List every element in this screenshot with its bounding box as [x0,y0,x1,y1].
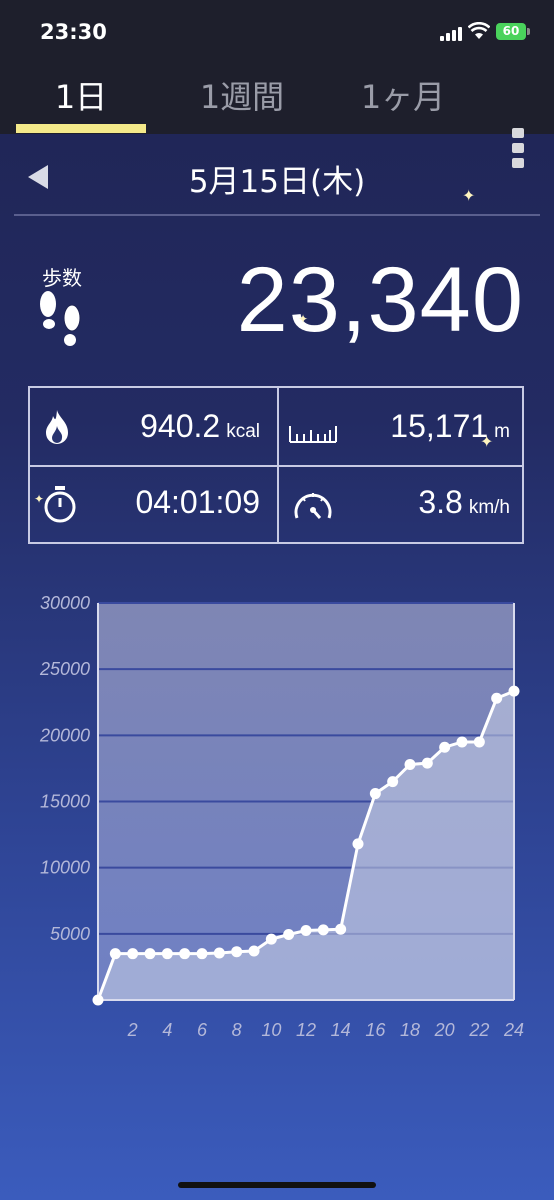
cellular-signal-icon [440,26,462,41]
ruler-icon [289,426,337,443]
sparkle-icon: ✦ [480,432,494,451]
sparkle-icon: ✦ [34,492,45,506]
distance-unit: m [494,421,510,442]
x-tick-label: 4 [162,1020,172,1040]
feet-icon [40,291,81,346]
y-tick-label: 20000 [39,725,90,745]
data-point [283,928,295,940]
wifi-icon [468,22,490,39]
sparkle-icon: ✦ [298,312,309,326]
data-point [404,758,416,770]
duration-value: 04:01:09 [135,484,260,520]
data-point [352,838,364,850]
distance-value: 15,171 [390,408,489,444]
grid-divider [30,465,522,467]
speed-value: 3.8 [418,484,463,520]
calories-value: 940.2 [140,408,221,444]
x-tick-label: 12 [296,1020,316,1040]
data-point [491,692,503,704]
x-tick-label: 14 [331,1020,351,1040]
calories-unit: kcal [226,421,260,442]
data-point [231,946,243,958]
data-point [369,788,381,800]
home-indicator[interactable] [178,1182,376,1188]
x-tick-label: 8 [232,1020,242,1040]
speed-unit: km/h [468,497,510,518]
data-point [196,948,208,960]
battery-icon: 60 [496,23,526,40]
divider [14,214,540,216]
data-point [144,948,156,960]
x-tick-label: 2 [127,1020,138,1040]
date-title: 5月15日(木) [188,164,366,200]
x-tick-label: 20 [434,1020,455,1040]
data-point [179,948,191,960]
stopwatch-icon [44,486,76,523]
data-point [127,948,139,960]
back-arrow-icon[interactable] [28,165,48,189]
data-point [508,685,520,697]
x-tick-label: 24 [503,1020,524,1040]
speedometer-icon [294,493,332,519]
status-time: 23:30 [40,20,107,44]
data-point [248,945,260,957]
data-point [213,947,225,959]
steps-chart: 300002500020000150001000050002 4 6 8 10 12 14 1… [39,593,524,1040]
data-point [335,923,347,935]
x-tick-label: 6 [197,1020,208,1040]
data-point [92,994,104,1006]
y-tick-label: 25000 [39,659,90,679]
tab-month[interactable]: 1ヶ月 [338,72,468,122]
data-point [473,736,485,748]
data-point [300,925,312,937]
calories-stat: 940.2 kcal [140,408,260,445]
x-tick-label: 18 [400,1020,420,1040]
stats-grid: 940.2 kcal 15,171 m 04:01:09 3.8 km/h [28,386,524,544]
x-tick-label: 16 [365,1020,386,1040]
y-tick-label: 30000 [40,593,90,613]
steps-count: 23,340 [236,249,524,351]
speed-stat: 3.8 km/h [418,484,510,521]
data-point [439,741,451,753]
flame-icon [46,410,68,444]
data-point [109,948,121,960]
sparkle-icon: ✦ [462,186,476,205]
steps-label: 歩数 [42,266,82,290]
data-point [421,757,433,769]
active-tab-indicator [16,124,146,133]
y-tick-label: 10000 [40,858,90,878]
x-tick-label: 10 [261,1020,281,1040]
duration-stat: 04:01:09 [135,484,260,521]
data-point [387,776,399,788]
data-point [265,933,277,945]
y-tick-label: 5000 [50,924,90,944]
status-bar: 23:30 60 [0,0,554,62]
y-tick-label: 15000 [40,792,90,812]
data-point [161,948,173,960]
tab-day[interactable]: 1日 [16,72,146,122]
data-point [456,736,468,748]
x-tick-label: 22 [468,1020,489,1040]
data-point [317,924,329,936]
battery-tip [527,28,530,35]
menu-icon[interactable] [510,128,528,170]
tab-week[interactable]: 1週間 [172,72,312,122]
